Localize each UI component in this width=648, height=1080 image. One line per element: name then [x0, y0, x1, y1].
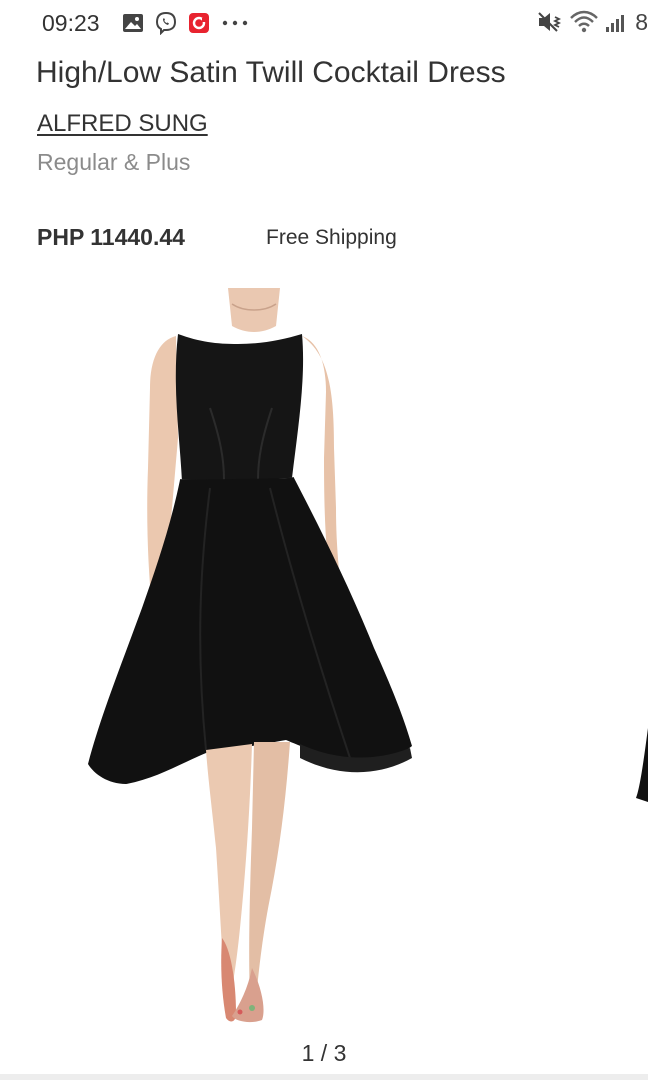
product-title: High/Low Satin Twill Cocktail Dress	[36, 56, 506, 89]
status-time: 09:23	[42, 10, 100, 36]
product-image-carousel[interactable]	[0, 288, 648, 1030]
shipping-info: Free Shipping	[266, 226, 397, 249]
status-notification-icons	[122, 10, 250, 36]
dress-skirt	[88, 478, 412, 784]
size-range-text: Regular & Plus	[37, 149, 191, 175]
battery-percent-text: 8	[635, 8, 648, 35]
dress-bodice	[175, 334, 304, 482]
product-price: PHP 11440.44	[37, 224, 185, 250]
brand-link[interactable]: ALFRED SUNG	[37, 110, 208, 138]
product-image-dress	[88, 288, 648, 1023]
wifi-icon	[570, 10, 599, 33]
status-system-icons: 8	[537, 8, 648, 36]
more-dots-icon	[222, 20, 248, 26]
bottom-divider	[0, 1074, 648, 1080]
signal-icon	[606, 15, 625, 32]
model-right-leg	[249, 742, 290, 1000]
viber-icon	[155, 11, 177, 35]
gallery-icon	[123, 14, 143, 32]
model-right-shoe	[232, 968, 264, 1023]
next-slide-peek	[636, 728, 648, 802]
mute-vibrate-icon	[538, 12, 562, 32]
carousel-pager: 1 / 3	[301, 1040, 347, 1066]
app-notification-icon	[189, 13, 209, 33]
status-bar: 09:23 8	[0, 0, 648, 48]
